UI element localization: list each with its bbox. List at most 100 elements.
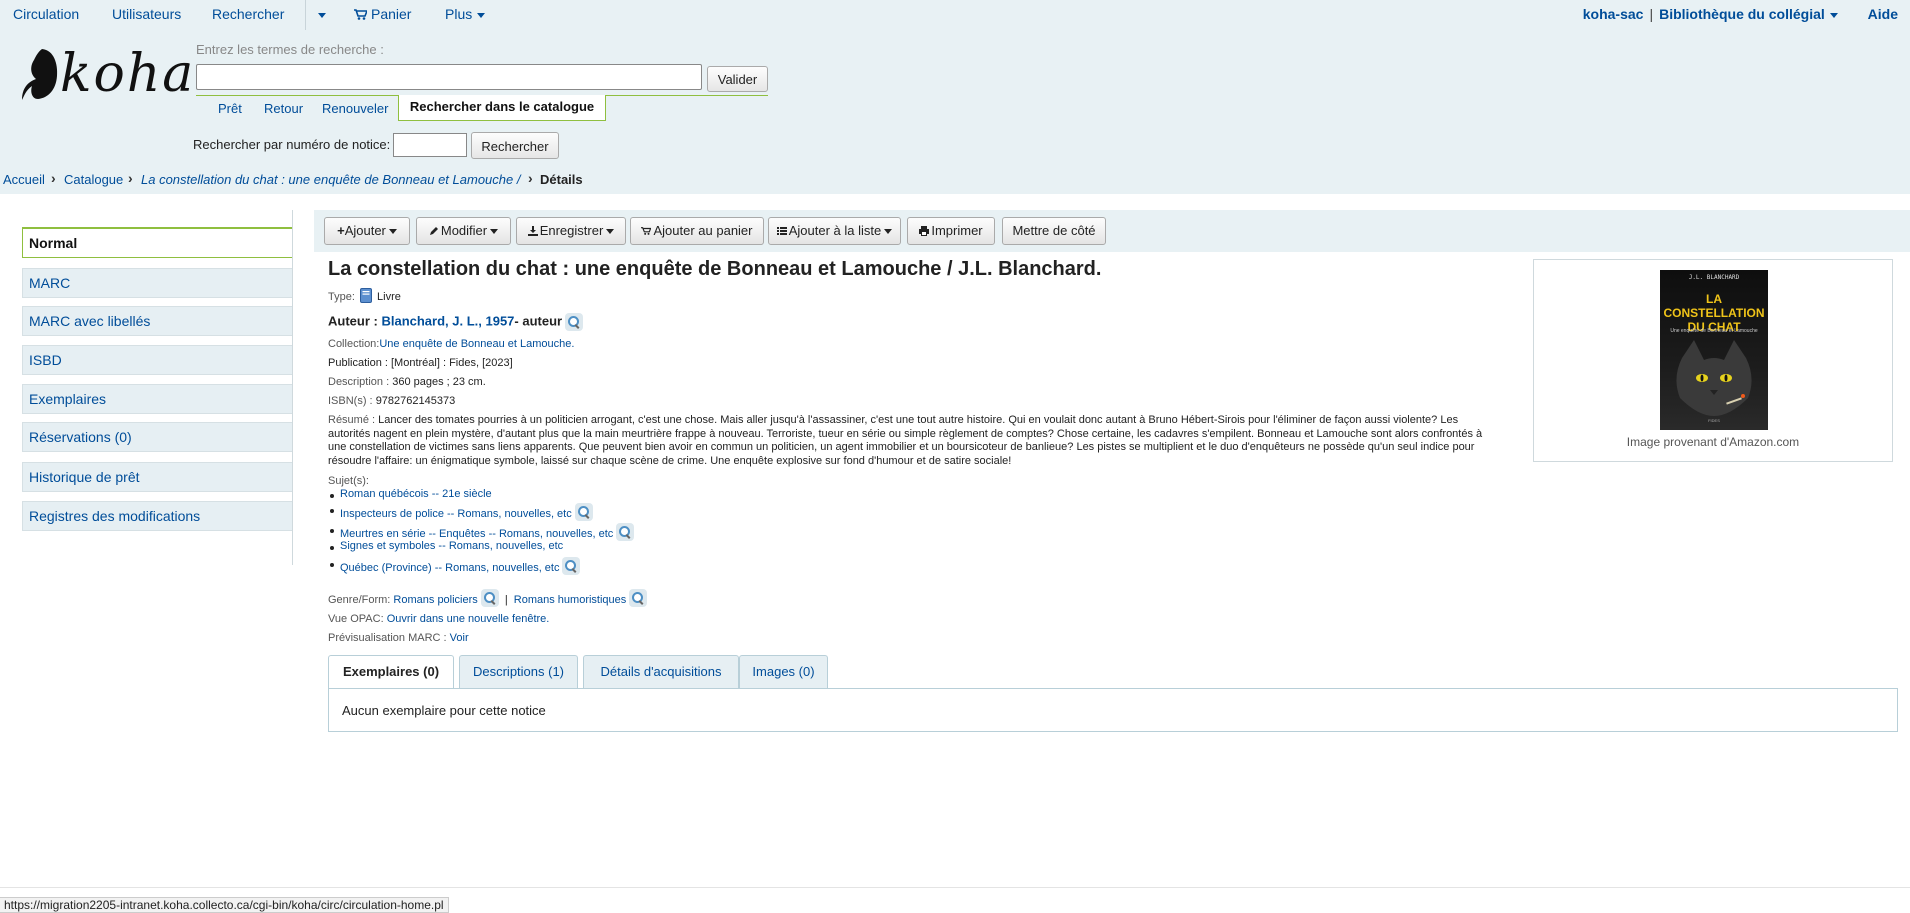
tab-checkout[interactable]: Prêt — [218, 101, 242, 116]
search-genre-icon[interactable] — [629, 589, 648, 607]
description-value: 360 pages ; 23 cm. — [392, 376, 486, 388]
nav-search[interactable]: Rechercher — [212, 6, 284, 22]
breadcrumb-record[interactable]: La constellation du chat : une enquête d… — [141, 172, 520, 187]
nav-divider — [292, 210, 293, 565]
library-menu[interactable]: Bibliothèque du collégial — [1659, 6, 1838, 22]
record-search-button[interactable]: Rechercher — [471, 132, 559, 159]
breadcrumb: Accueil › Catalogue › La constellation d… — [0, 168, 1910, 194]
collection-link[interactable]: Une enquête de Bonneau et Lamouche. — [379, 338, 574, 350]
genre-row: Genre/Form: Romans policiers | Romans hu… — [328, 589, 648, 607]
help-link[interactable]: Aide — [1868, 6, 1898, 22]
collection-row: Collection:Une enquête de Bonneau et Lam… — [328, 338, 574, 350]
publication-row: Publication : [Montréal] : Fides, [2023] — [328, 357, 513, 369]
nav-cart[interactable]: Panier — [354, 6, 411, 22]
place-hold-button[interactable]: Mettre de côté — [1002, 217, 1106, 245]
pipe-separator: | — [1649, 6, 1654, 22]
nav-search-dropdown[interactable] — [313, 6, 326, 22]
tab-images[interactable]: Images (0) — [739, 655, 828, 688]
user-menu: koha-sac | Bibliothèque du collégial Aide — [1583, 6, 1898, 22]
tab-acquisition-details[interactable]: Détails d'acquisitions — [583, 655, 739, 688]
author-link[interactable]: Blanchard, J. L., 1957 — [381, 313, 514, 328]
search-subject-icon[interactable] — [574, 503, 593, 521]
tab-search-catalog[interactable]: Rechercher dans le catalogue — [398, 95, 606, 121]
breadcrumb-home[interactable]: Accueil — [3, 172, 45, 187]
chevron-right-icon: › — [51, 170, 56, 186]
opac-link[interactable]: Ouvrir dans une nouvelle fenêtre. — [387, 613, 550, 625]
isbn-value: 9782762145373 — [375, 395, 456, 407]
add-label: Ajouter — [344, 223, 386, 238]
genre-label: Genre/Form: — [328, 594, 391, 606]
add-button[interactable]: +Ajouter — [324, 217, 410, 245]
list-item: Roman québécois -- 21e siècle — [330, 488, 634, 503]
chevron-right-icon: › — [528, 170, 533, 186]
add-to-cart-button[interactable]: Ajouter au panier — [630, 217, 764, 245]
nav-more-label: Plus — [445, 6, 473, 22]
save-button[interactable]: Enregistrer — [516, 217, 626, 245]
publication-label: Publication : — [328, 357, 388, 369]
tab-descriptions[interactable]: Descriptions (1) — [459, 655, 578, 688]
search-subject-icon[interactable] — [562, 557, 581, 575]
type-row: Type: Livre — [328, 288, 401, 303]
nav-circulation[interactable]: Circulation — [13, 6, 79, 22]
search-input[interactable] — [196, 64, 702, 90]
status-url: https://migration2205-intranet.koha.coll… — [0, 897, 449, 913]
cover-image[interactable]: J.L. BLANCHARD LA CONSTELLATION DU CHAT … — [1660, 270, 1768, 430]
save-label: Enregistrer — [539, 223, 604, 238]
nav-cart-label: Panier — [371, 6, 412, 22]
submit-button[interactable]: Valider — [707, 66, 768, 92]
cover-publisher: FIDES — [1708, 418, 1720, 423]
nav-marc-labeled[interactable]: MARC avec libellés — [22, 306, 292, 336]
toolbar: +Ajouter Modifier Enregistrer Ajouter au… — [314, 210, 1910, 252]
search-subject-icon[interactable] — [616, 523, 635, 541]
chevron-down-icon — [477, 12, 486, 18]
subject-link[interactable]: Roman québécois -- 21e siècle — [340, 488, 492, 500]
pencil-icon — [429, 227, 438, 235]
nav-marc[interactable]: MARC — [22, 268, 292, 298]
cart-icon — [641, 227, 652, 235]
description-row: Description : 360 pages ; 23 cm. — [328, 376, 486, 388]
print-button[interactable]: Imprimer — [907, 217, 995, 245]
description-label: Description : — [328, 376, 390, 388]
author-row: Auteur : Blanchard, J. L., 1957- auteur — [328, 313, 584, 331]
book-icon — [359, 288, 372, 303]
breadcrumb-catalog[interactable]: Catalogue — [64, 172, 123, 187]
nav-users[interactable]: Utilisateurs — [112, 6, 181, 22]
subjects-label: Sujet(s): — [328, 475, 369, 487]
genre-link[interactable]: Romans policiers — [393, 594, 477, 606]
chevron-down-icon — [490, 229, 499, 235]
add-to-list-label: Ajouter à la liste — [788, 223, 882, 238]
genre-link[interactable]: Romans humoristiques — [514, 594, 627, 606]
list-item: Meurtres en série -- Enquêtes -- Romans,… — [330, 523, 635, 541]
tab-checkin[interactable]: Retour — [264, 101, 303, 116]
nav-separator — [305, 0, 306, 30]
subject-link[interactable]: Inspecteurs de police -- Romans, nouvell… — [340, 508, 572, 520]
account-link[interactable]: koha-sac — [1583, 6, 1644, 22]
subject-link[interactable]: Meurtres en série -- Enquêtes -- Romans,… — [340, 528, 613, 540]
add-to-cart-label: Ajouter au panier — [653, 223, 753, 238]
tab-renew[interactable]: Renouveler — [322, 101, 389, 116]
nav-modification-log[interactable]: Registres des modifications — [22, 501, 292, 531]
nav-normal[interactable]: Normal — [22, 228, 292, 258]
list-icon — [776, 227, 787, 235]
library-label: Bibliothèque du collégial — [1659, 6, 1825, 22]
nav-holds[interactable]: Réservations (0) — [22, 422, 292, 452]
nav-more[interactable]: Plus — [445, 6, 486, 22]
search-author-icon[interactable] — [565, 313, 584, 331]
isbn-row: ISBN(s) : 9782762145373 — [328, 395, 455, 407]
tab-items[interactable]: Exemplaires (0) — [328, 655, 454, 689]
marc-preview-link[interactable]: Voir — [450, 632, 469, 644]
opac-row: Vue OPAC: Ouvrir dans une nouvelle fenêt… — [328, 613, 549, 625]
nav-items[interactable]: Exemplaires — [22, 384, 292, 414]
chevron-down-icon — [1829, 12, 1838, 18]
nav-isbd[interactable]: ISBD — [22, 345, 292, 375]
nav-checkout-history[interactable]: Historique de prêt — [22, 462, 292, 492]
add-to-list-button[interactable]: Ajouter à la liste — [768, 217, 901, 245]
chevron-down-icon — [606, 229, 615, 235]
subject-link[interactable]: Signes et symboles -- Romans, nouvelles,… — [340, 540, 563, 552]
isbn-label: ISBN(s) : — [328, 395, 373, 407]
subject-link[interactable]: Québec (Province) -- Romans, nouvelles, … — [340, 562, 559, 574]
search-genre-icon[interactable] — [480, 589, 499, 607]
summary: Résumé : Lancer des tomates pourries à u… — [328, 414, 1498, 468]
record-number-input[interactable] — [393, 133, 467, 157]
edit-button[interactable]: Modifier — [416, 217, 511, 245]
